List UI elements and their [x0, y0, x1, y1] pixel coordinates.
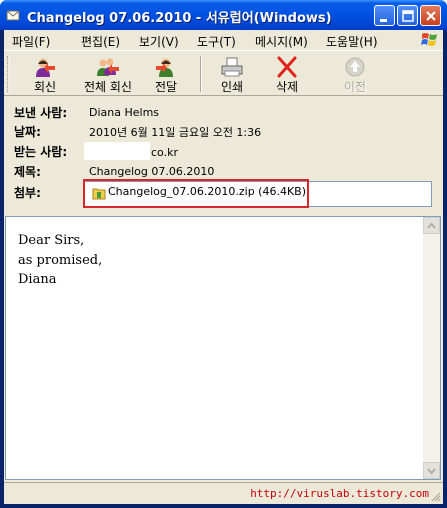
mail-window: Changelog 07.06.2010 - 서유럽어(Windows) 파일(…	[0, 0, 447, 508]
printer-icon	[221, 57, 243, 77]
attachment-highlight	[83, 179, 309, 208]
toolbar-separator	[200, 56, 202, 92]
subject-label: 제목:	[14, 165, 41, 179]
print-button[interactable]: 인쇄	[209, 54, 255, 94]
body-line: Dear Sirs,	[18, 233, 85, 248]
delete-button[interactable]: 삭제	[264, 54, 310, 94]
from-value: Diana Helms	[89, 106, 160, 119]
toolbar: 회신 전체 회신 전달 인쇄 삭제 이전	[4, 52, 443, 96]
resize-grip-icon[interactable]	[429, 490, 441, 502]
delete-label: 삭제	[275, 80, 299, 94]
reply-all-label: 전체 회신	[84, 80, 132, 94]
message-body[interactable]: Dear Sirs, as promised, Diana	[5, 216, 441, 480]
title-bar[interactable]: Changelog 07.06.2010 - 서유럽어(Windows)	[0, 0, 447, 30]
close-icon	[426, 11, 436, 21]
minimize-icon	[380, 19, 387, 22]
reply-icon	[36, 58, 55, 77]
message-header: 보낸 사람: Diana Helms 날짜: 2010년 6월 11일 금요일 …	[4, 97, 443, 215]
menu-view[interactable]: 보기(V)	[139, 33, 179, 50]
to-value: co.kr	[151, 146, 178, 159]
menu-file[interactable]: 파일(F)	[12, 33, 50, 50]
vertical-scrollbar[interactable]	[423, 217, 440, 479]
scroll-up-button[interactable]	[423, 217, 440, 234]
print-label: 인쇄	[220, 80, 244, 94]
minimize-button[interactable]	[374, 5, 395, 26]
maximize-icon	[402, 10, 414, 22]
window-title: Changelog 07.06.2010 - 서유럽어(Windows)	[27, 11, 332, 26]
toolbar-grip[interactable]	[7, 56, 10, 92]
scroll-down-button[interactable]	[423, 462, 440, 479]
forward-button[interactable]: 전달	[143, 54, 189, 94]
status-bar: http://viruslab.tistory.com	[4, 482, 443, 504]
menu-help[interactable]: 도움말(H)	[326, 33, 378, 50]
window-client: 파일(F) 편집(E) 보기(V) 도구(T) 메시지(M) 도움말(H) 회신…	[4, 30, 443, 504]
menu-bar: 파일(F) 편집(E) 보기(V) 도구(T) 메시지(M) 도움말(H)	[4, 30, 443, 51]
date-value: 2010년 6월 11일 금요일 오전 1:36	[89, 126, 262, 139]
up-arrow-icon	[427, 222, 436, 229]
close-button[interactable]	[420, 5, 441, 26]
subject-value: Changelog 07.06.2010	[89, 165, 215, 178]
forward-label: 전달	[154, 80, 178, 94]
menu-edit[interactable]: 편집(E)	[81, 33, 120, 50]
previous-label: 이전	[343, 80, 367, 94]
to-label: 받는 사람:	[14, 145, 68, 159]
reply-label: 회신	[33, 80, 57, 94]
windows-logo-icon	[421, 33, 437, 46]
body-line: Diana	[18, 272, 57, 287]
attach-label: 첨부:	[14, 186, 41, 200]
reply-all-button[interactable]: 전체 회신	[74, 54, 142, 94]
forward-icon	[156, 58, 173, 77]
up-arrow-icon	[345, 57, 365, 77]
menu-tools[interactable]: 도구(T)	[197, 33, 236, 50]
delete-x-icon	[277, 56, 297, 78]
watermark-url: http://viruslab.tistory.com	[250, 487, 429, 500]
previous-button[interactable]: 이전	[332, 54, 378, 94]
body-line: as promised,	[18, 253, 103, 268]
down-arrow-icon	[427, 468, 436, 475]
maximize-button[interactable]	[397, 5, 418, 26]
menu-message[interactable]: 메시지(M)	[255, 33, 308, 50]
from-label: 보낸 사람:	[14, 106, 68, 120]
reply-all-icon	[97, 58, 119, 76]
envelope-icon	[6, 10, 20, 21]
redacted-recipient	[84, 142, 150, 160]
reply-button[interactable]: 회신	[18, 54, 72, 94]
date-label: 날짜:	[14, 125, 41, 139]
